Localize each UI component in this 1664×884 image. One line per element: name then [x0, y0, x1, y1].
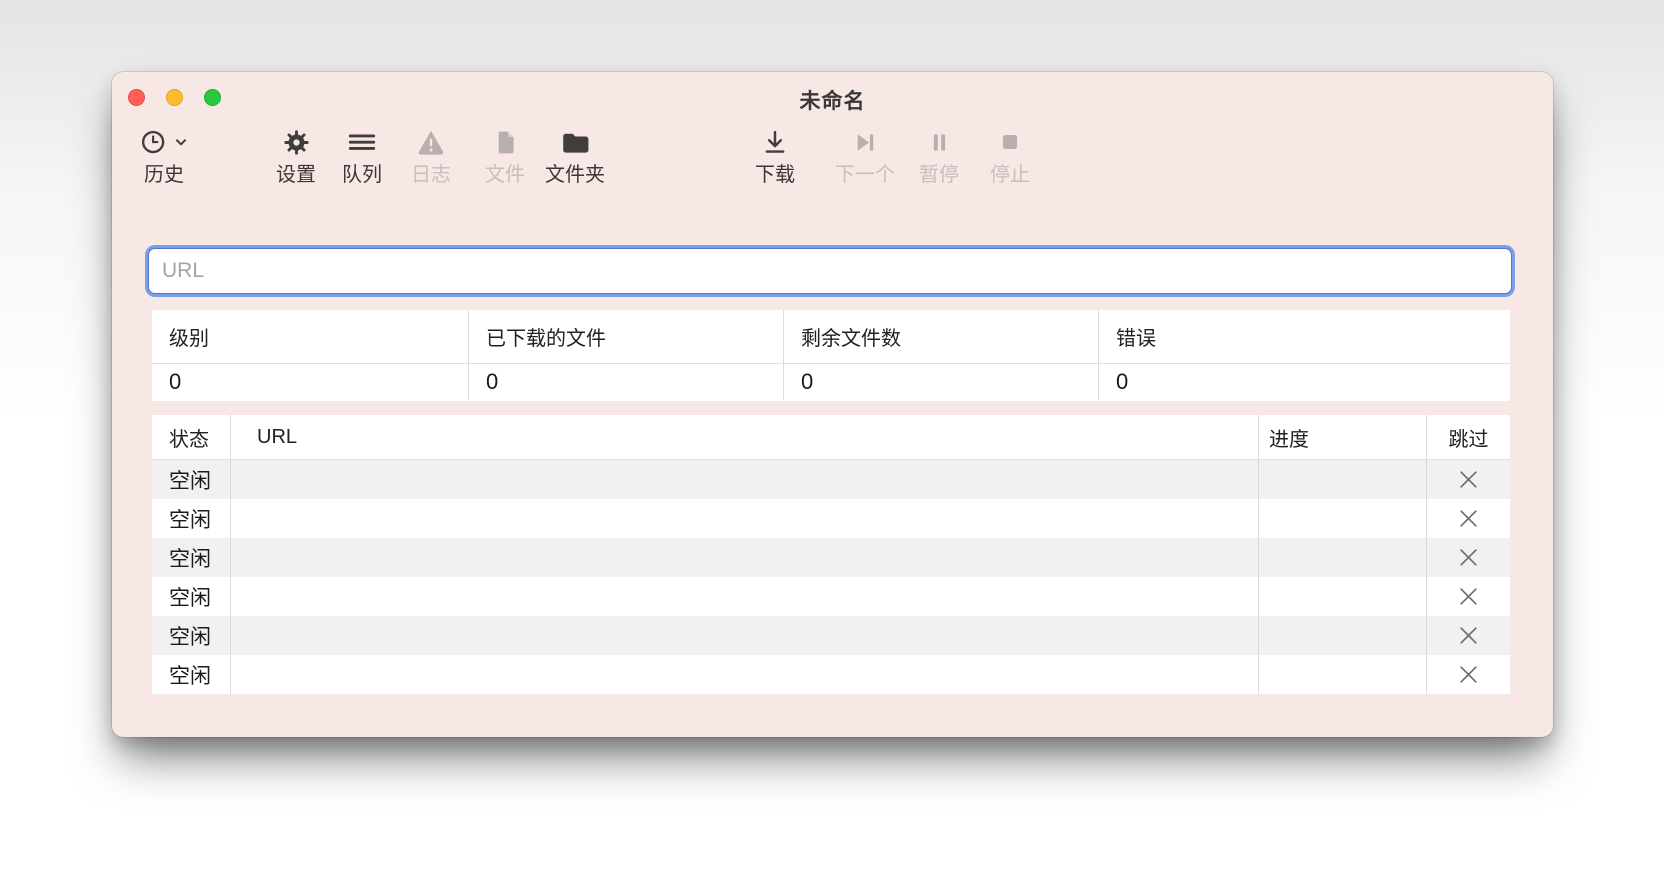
skip-button[interactable]	[1454, 543, 1484, 573]
toolbar-log-label: 日志	[411, 165, 451, 185]
toolbar-history-label: 历史	[144, 165, 184, 185]
worker-progress	[1258, 460, 1426, 499]
worker-status: 空闲	[152, 499, 230, 538]
x-icon	[1457, 663, 1480, 686]
stats-header-level: 级别	[152, 310, 468, 363]
url-input[interactable]	[148, 248, 1512, 294]
workers-header-status: 状态	[152, 415, 230, 459]
toolbar-queue-button[interactable]: 队列	[342, 126, 382, 185]
stats-values-row: 0 0 0 0	[152, 364, 1510, 400]
skip-button[interactable]	[1454, 465, 1484, 495]
toolbar-folder-label: 文件夹	[545, 165, 605, 185]
workers-header-row: 状态 URL 进度 跳过	[152, 415, 1510, 460]
worker-url	[230, 577, 1258, 616]
skip-next-icon	[851, 126, 880, 158]
worker-row[interactable]: 空闲	[152, 460, 1510, 499]
stats-header-downloaded-files: 已下载的文件	[468, 310, 783, 363]
toolbar-log-button[interactable]: 日志	[411, 126, 451, 185]
toolbar-download-button[interactable]: 下载	[755, 126, 795, 185]
workers-table: 状态 URL 进度 跳过 空闲 空闲	[152, 415, 1510, 694]
toolbar-settings-label: 设置	[276, 165, 316, 185]
stats-value-remaining-files: 0	[783, 364, 1098, 400]
x-icon	[1457, 546, 1480, 569]
clock-icon	[140, 126, 188, 158]
stop-icon	[997, 126, 1023, 158]
stats-header-remaining-files: 剩余文件数	[783, 310, 1098, 363]
worker-progress	[1258, 538, 1426, 577]
x-icon	[1457, 624, 1480, 647]
toolbar-stop-label: 停止	[990, 165, 1030, 185]
worker-url	[230, 655, 1258, 694]
toolbar-next-button[interactable]: 下一个	[835, 126, 895, 185]
toolbar-queue-label: 队列	[342, 165, 382, 185]
worker-progress	[1258, 577, 1426, 616]
worker-progress	[1258, 499, 1426, 538]
worker-status: 空闲	[152, 577, 230, 616]
workers-header-progress: 进度	[1258, 415, 1426, 459]
worker-row[interactable]: 空闲	[152, 616, 1510, 655]
toolbar-folder-button[interactable]: 文件夹	[545, 126, 605, 185]
worker-url	[230, 616, 1258, 655]
worker-status: 空闲	[152, 460, 230, 499]
toolbar-history-button[interactable]: 历史	[140, 126, 188, 185]
chevron-down-icon	[174, 135, 188, 149]
x-icon	[1457, 585, 1480, 608]
skip-button[interactable]	[1454, 504, 1484, 534]
warning-triangle-icon	[416, 126, 446, 158]
worker-row[interactable]: 空闲	[152, 577, 1510, 616]
stats-value-downloaded-files: 0	[468, 364, 783, 400]
toolbar-pause-label: 暂停	[919, 165, 959, 185]
window-title: 未命名	[112, 85, 1553, 115]
worker-row[interactable]: 空闲	[152, 655, 1510, 694]
file-icon	[492, 126, 519, 158]
worker-row[interactable]: 空闲	[152, 499, 1510, 538]
skip-button[interactable]	[1454, 660, 1484, 690]
worker-progress	[1258, 616, 1426, 655]
stats-value-level: 0	[152, 364, 468, 400]
app-window: 未命名 历史	[112, 72, 1553, 737]
gear-icon	[282, 126, 311, 158]
worker-url	[230, 538, 1258, 577]
worker-row[interactable]: 空闲	[152, 538, 1510, 577]
toolbar-next-label: 下一个	[835, 165, 895, 185]
workers-header-skip: 跳过	[1426, 415, 1510, 459]
toolbar-download-label: 下载	[755, 165, 795, 185]
worker-status: 空闲	[152, 616, 230, 655]
pause-icon	[926, 126, 953, 158]
toolbar-stop-button[interactable]: 停止	[990, 126, 1030, 185]
x-icon	[1457, 507, 1480, 530]
toolbar-pause-button[interactable]: 暂停	[919, 126, 959, 185]
worker-progress	[1258, 655, 1426, 694]
toolbar-settings-button[interactable]: 设置	[276, 126, 316, 185]
url-input-focus-ring	[145, 245, 1515, 297]
stats-value-errors: 0	[1098, 364, 1510, 400]
stats-table: 级别 已下载的文件 剩余文件数 错误 0 0 0 0	[152, 310, 1510, 401]
x-icon	[1457, 468, 1480, 491]
download-arrow-icon	[761, 126, 789, 158]
workers-header-url: URL	[230, 415, 1258, 459]
worker-url	[230, 499, 1258, 538]
worker-status: 空闲	[152, 655, 230, 694]
toolbar-file-label: 文件	[485, 165, 525, 185]
skip-button[interactable]	[1454, 582, 1484, 612]
stats-header-errors: 错误	[1098, 310, 1510, 363]
skip-button[interactable]	[1454, 621, 1484, 651]
toolbar-file-button[interactable]: 文件	[485, 126, 525, 185]
stats-header-row: 级别 已下载的文件 剩余文件数 错误	[152, 310, 1510, 364]
queue-lines-icon	[347, 126, 377, 158]
folder-icon	[560, 126, 591, 158]
worker-status: 空闲	[152, 538, 230, 577]
worker-url	[230, 460, 1258, 499]
